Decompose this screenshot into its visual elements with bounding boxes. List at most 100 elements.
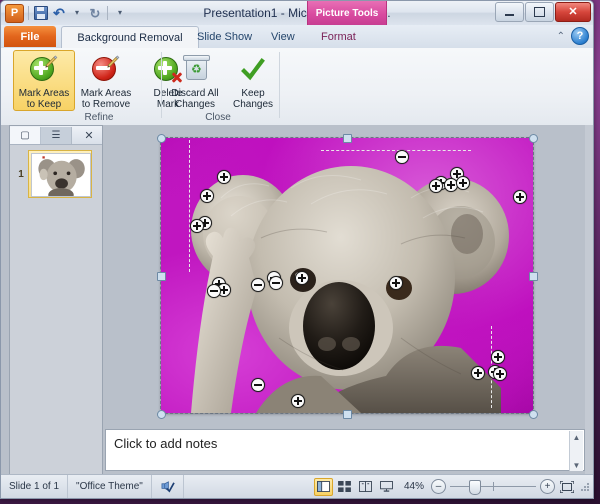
application-window: P ↶ ▾ ↻ ▾ Presentation1 - Microsoft Powe…	[0, 0, 594, 499]
keep-label-1: Keep	[241, 88, 265, 99]
resize-handle-e[interactable]	[529, 272, 538, 281]
qat-divider	[28, 6, 29, 20]
keep-marker[interactable]	[493, 367, 507, 381]
picture-tools-label: Picture Tools	[307, 1, 387, 25]
workspace: ▢ ☰ ✕ 1 Click to add notes ▲ ▼	[1, 125, 593, 476]
notes-scrollbar[interactable]: ▲ ▼	[569, 431, 583, 471]
green-check-icon	[237, 54, 269, 86]
keep-marker[interactable]	[200, 189, 214, 203]
resize-handle-nw[interactable]	[157, 134, 166, 143]
mark-areas-to-remove-button[interactable]: Mark Areas to Remove	[75, 50, 137, 111]
slide-number: 1	[18, 168, 24, 180]
mark-keep-label-1: Mark Areas	[18, 88, 70, 99]
qat-divider-2	[107, 6, 108, 20]
mark-remove-label-1: Mark Areas	[80, 88, 132, 99]
remove-marker[interactable]	[207, 284, 221, 298]
zoom-slider-tick	[493, 482, 494, 491]
discard-all-changes-button[interactable]: ♻ Discard All Changes	[165, 50, 225, 111]
resize-handle-n[interactable]	[343, 134, 352, 143]
view-slide-sorter-button[interactable]	[335, 478, 354, 496]
slide-thumbnail-frame[interactable]	[28, 150, 92, 198]
fit-slide-icon[interactable]	[559, 480, 575, 494]
ribbon-group-label-close: Close	[205, 112, 231, 123]
keep-label-2: Changes	[232, 99, 274, 110]
view-slide-show-button[interactable]	[377, 478, 396, 496]
thumbnail-pane-tabs: ▢ ☰ ✕	[10, 126, 102, 145]
remove-marker[interactable]	[251, 278, 265, 292]
ribbon-right-controls: ⌃ ?	[557, 27, 589, 45]
discard-label-1: Discard All	[171, 88, 219, 99]
slide-canvas[interactable]	[157, 134, 538, 419]
notes-pane[interactable]: Click to add notes ▲ ▼	[105, 429, 585, 471]
view-normal-button[interactable]	[314, 477, 333, 496]
resize-grip[interactable]	[579, 481, 591, 493]
resize-handle-ne[interactable]	[529, 134, 538, 143]
mark-line-top	[321, 150, 471, 151]
resize-handle-sw[interactable]	[157, 410, 166, 419]
ribbon: Mark Areasto Keep Mark Areasto Remove	[1, 48, 593, 126]
resize-handle-s[interactable]	[343, 410, 352, 419]
tab-format[interactable]: Format	[311, 26, 366, 48]
remove-marker[interactable]	[251, 378, 265, 392]
maximize-button[interactable]	[525, 2, 554, 22]
minimize-button[interactable]	[495, 2, 524, 22]
tab-background-removal[interactable]: Background Removal	[61, 26, 199, 50]
mark-line-left	[189, 140, 190, 272]
save-icon[interactable]	[33, 5, 49, 21]
green-plus-pencil-icon	[28, 54, 60, 86]
scroll-down-icon[interactable]: ▼	[570, 459, 583, 471]
quick-access-toolbar: P ↶ ▾ ↻ ▾	[5, 3, 128, 23]
outline-tab-icon[interactable]: ☰	[41, 126, 72, 144]
redo-icon[interactable]: ↻	[87, 5, 103, 21]
keep-changes-button[interactable]: Keep Changes	[225, 50, 281, 111]
window-controls: ✕	[494, 2, 591, 22]
zoom-out-button[interactable]: –	[431, 479, 446, 494]
zoom-slider[interactable]	[450, 480, 536, 495]
help-icon[interactable]: ?	[571, 27, 589, 45]
tab-slide-show[interactable]: Slide Show	[189, 26, 260, 48]
keep-marker[interactable]	[513, 190, 527, 204]
right-scroll-column[interactable]	[585, 125, 593, 475]
keep-marker[interactable]	[456, 176, 470, 190]
remove-marker[interactable]	[395, 150, 409, 164]
zoom-level-label[interactable]: 44%	[397, 481, 431, 492]
close-pane-icon[interactable]: ✕	[76, 129, 102, 142]
zoom-in-button[interactable]: +	[540, 479, 555, 494]
mark-remove-label-2: to Remove	[81, 99, 131, 110]
ribbon-group-close: ♻ Discard All Changes Keep Changes Close	[163, 48, 273, 125]
slide-thumbnail-pane: ▢ ☰ ✕ 1	[9, 125, 103, 476]
keep-marker[interactable]	[429, 179, 443, 193]
tab-view[interactable]: View	[263, 26, 303, 48]
office-app-button[interactable]: P	[5, 3, 24, 23]
undo-icon[interactable]: ↶	[51, 5, 67, 21]
keep-marker[interactable]	[389, 276, 403, 290]
keep-marker[interactable]	[190, 219, 204, 233]
close-button[interactable]: ✕	[555, 2, 591, 22]
resize-handle-w[interactable]	[157, 272, 166, 281]
minimize-ribbon-icon[interactable]: ⌃	[557, 31, 565, 42]
tab-file[interactable]: File	[4, 26, 56, 47]
spell-check-icon[interactable]	[152, 475, 184, 498]
theme-label[interactable]: "Office Theme"	[68, 475, 152, 498]
keep-marker[interactable]	[471, 366, 485, 380]
ribbon-group-separator-2	[279, 52, 280, 118]
scroll-up-icon[interactable]: ▲	[570, 431, 583, 443]
keep-marker[interactable]	[295, 271, 309, 285]
ribbon-group-refine: Mark Areasto Keep Mark Areasto Remove	[9, 48, 189, 125]
remove-marker[interactable]	[269, 276, 283, 290]
view-reading-button[interactable]	[356, 478, 375, 496]
keep-marker[interactable]	[291, 394, 305, 408]
mark-areas-to-keep-button[interactable]: Mark Areas to Keep	[13, 50, 75, 111]
ribbon-group-separator-1	[161, 52, 162, 118]
customize-qat-icon[interactable]: ▾	[112, 5, 128, 21]
ribbon-group-label-refine: Refine	[84, 112, 114, 123]
red-minus-pencil-icon	[90, 54, 122, 86]
zoom-slider-thumb[interactable]	[469, 480, 481, 495]
slide-thumbnail-image	[31, 153, 91, 197]
slides-tab-icon[interactable]: ▢	[10, 126, 41, 144]
resize-handle-se[interactable]	[529, 410, 538, 419]
keep-marker[interactable]	[217, 170, 231, 184]
undo-dropdown-icon[interactable]: ▾	[69, 5, 85, 21]
keep-marker[interactable]	[491, 350, 505, 364]
list-item[interactable]: 1	[14, 148, 98, 200]
